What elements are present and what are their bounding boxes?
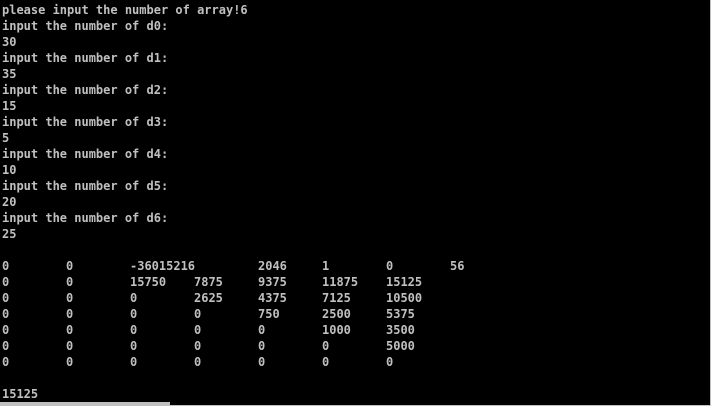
matrix-cell: 5375 bbox=[386, 307, 415, 321]
matrix-cell: 2046 bbox=[258, 259, 287, 273]
console-line: input the number of d3: bbox=[2, 115, 169, 129]
console-line: 35 bbox=[2, 67, 17, 81]
matrix-cell: 0 bbox=[2, 323, 10, 337]
matrix-cell: 11875 bbox=[322, 275, 359, 289]
matrix-cell: 0 bbox=[66, 275, 74, 289]
matrix-row: 0 0 0 0 0 0 5000 bbox=[0, 338, 710, 354]
matrix-cell: 2500 bbox=[322, 307, 351, 321]
matrix-cell: 0 bbox=[194, 355, 202, 369]
matrix-cell: 0 bbox=[2, 307, 10, 321]
matrix-cell: 2625 bbox=[194, 291, 223, 305]
matrix-cell: 0 bbox=[386, 259, 394, 273]
matrix-cell: 1 bbox=[322, 259, 330, 273]
matrix-cell: -36015216 bbox=[130, 259, 196, 273]
matrix-cell: 0 bbox=[66, 323, 74, 337]
console-line: input the number of d4: bbox=[2, 147, 169, 161]
matrix-cell: 0 bbox=[2, 259, 10, 273]
console-line: input the number of d6: bbox=[2, 211, 169, 225]
matrix-cell: 0 bbox=[130, 323, 138, 337]
matrix-row: 0 0 0 0 0 1000 3500 bbox=[0, 322, 710, 338]
console-line: input the number of d1: bbox=[2, 51, 169, 65]
matrix-cell: 10500 bbox=[386, 291, 423, 305]
matrix-cell: 1000 bbox=[322, 323, 351, 337]
matrix-cell: 0 bbox=[322, 339, 330, 353]
console-line: input the number of d2: bbox=[2, 83, 169, 97]
matrix-cell: 0 bbox=[2, 275, 10, 289]
matrix-cell: 0 bbox=[322, 355, 330, 369]
matrix-cell: 7125 bbox=[322, 291, 351, 305]
matrix-cell: 7875 bbox=[194, 275, 223, 289]
matrix-cell: 0 bbox=[66, 291, 74, 305]
matrix-cell: 15750 bbox=[130, 275, 167, 289]
horizontal-scrollbar[interactable] bbox=[0, 402, 170, 405]
matrix-row: 0 0 15750 7875 9375 11875 15125 bbox=[0, 274, 710, 290]
matrix-cell: 0 bbox=[66, 339, 74, 353]
console-line: input the number of d0: bbox=[2, 19, 169, 33]
matrix-row: 0 0 0 2625 4375 7125 10500 bbox=[0, 290, 710, 306]
matrix-cell: 0 bbox=[258, 339, 266, 353]
matrix-cell: 0 bbox=[130, 339, 138, 353]
matrix-cell: 0 bbox=[2, 291, 10, 305]
matrix-cell: 0 bbox=[66, 355, 74, 369]
console-line: 25 bbox=[2, 227, 17, 241]
matrix-cell: 0 bbox=[258, 355, 266, 369]
console-line: 20 bbox=[2, 195, 17, 209]
matrix-cell: 0 bbox=[2, 339, 10, 353]
console-line: 30 bbox=[2, 35, 17, 49]
matrix-cell: 0 bbox=[2, 355, 10, 369]
matrix-cell: 0 bbox=[66, 259, 74, 273]
matrix-row: 0 0 -36015216 2046 1 0 56 bbox=[0, 258, 710, 274]
console-line: input the number of d5: bbox=[2, 179, 169, 193]
matrix-cell: 0 bbox=[194, 339, 202, 353]
matrix-cell: 4375 bbox=[258, 291, 287, 305]
matrix-cell: 0 bbox=[130, 307, 138, 321]
matrix-cell: 9375 bbox=[258, 275, 287, 289]
matrix-cell: 0 bbox=[194, 323, 202, 337]
matrix-cell: 56 bbox=[450, 259, 465, 273]
matrix-row: 0 0 0 0 750 2500 5375 bbox=[0, 306, 710, 322]
console-line: 5 bbox=[2, 131, 10, 145]
matrix-cell: 3500 bbox=[386, 323, 415, 337]
matrix-cell: 750 bbox=[258, 307, 280, 321]
matrix-cell: 15125 bbox=[386, 275, 423, 289]
matrix-cell: 0 bbox=[194, 307, 202, 321]
matrix-cell: 0 bbox=[130, 355, 138, 369]
matrix-cell: 0 bbox=[258, 323, 266, 337]
matrix-cell: 0 bbox=[130, 291, 138, 305]
matrix-cell: 0 bbox=[66, 307, 74, 321]
console-line: 15 bbox=[2, 99, 17, 113]
console-line: please input the number of array!6 bbox=[2, 3, 248, 17]
matrix-cell: 0 bbox=[386, 355, 394, 369]
result-line: 15125 bbox=[2, 387, 39, 401]
matrix-cell: 5000 bbox=[386, 339, 415, 353]
console-window[interactable]: please input the number of array!6 input… bbox=[0, 0, 711, 406]
console-line: 10 bbox=[2, 163, 17, 177]
matrix-row: 0 0 0 0 0 0 0 bbox=[0, 354, 710, 370]
